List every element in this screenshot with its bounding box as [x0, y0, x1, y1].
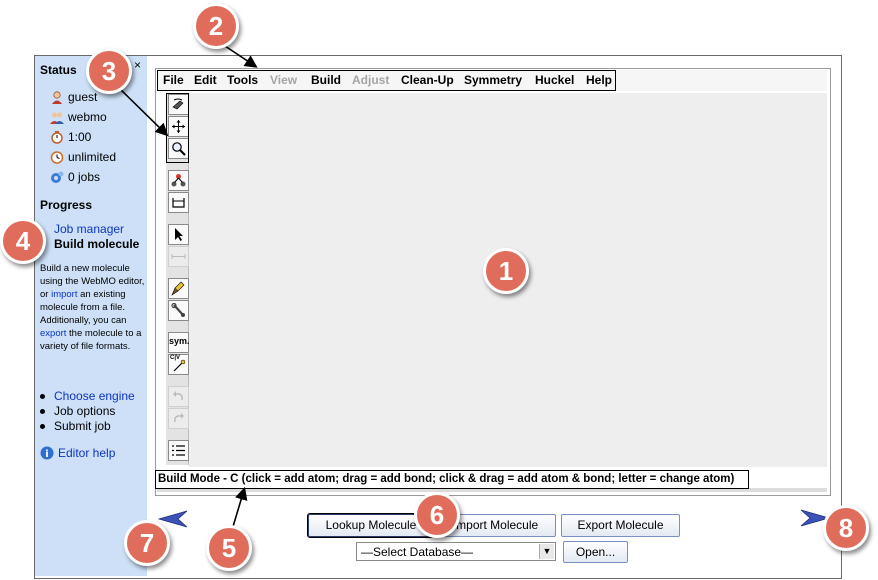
callout-8: 8: [823, 505, 869, 551]
callout-1: 1: [483, 248, 529, 294]
callout-3: 3: [86, 48, 132, 94]
callout-7: 7: [124, 520, 170, 566]
arrow-to-status-bar: [231, 486, 248, 531]
callout-2: 2: [193, 3, 239, 49]
callout-4: 4: [0, 218, 46, 264]
arrow-to-toolbar: [117, 86, 169, 137]
callout-5: 5: [206, 525, 252, 571]
arrow-to-menu: [224, 45, 258, 68]
callout-6: 6: [414, 492, 460, 538]
